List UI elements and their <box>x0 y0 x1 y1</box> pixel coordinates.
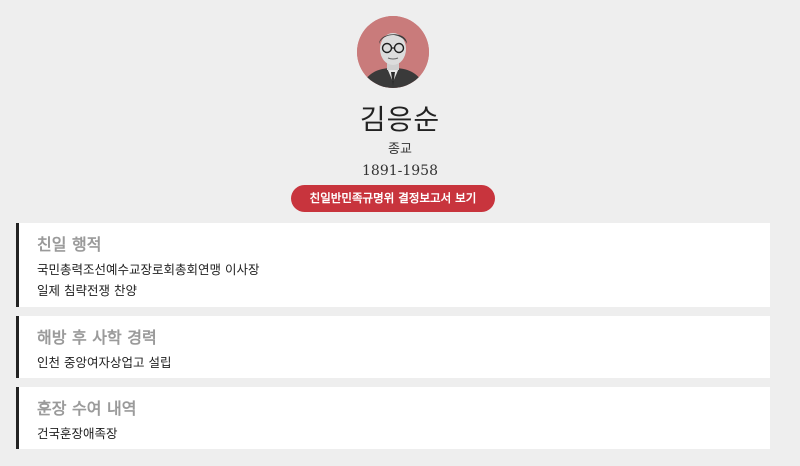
section-line: 인천 중앙여자상업고 설립 <box>37 355 172 370</box>
section-line: 건국훈장애족장 <box>37 426 118 441</box>
person-name: 김응순 <box>359 103 441 136</box>
section-card-collaboration: 친일 행적 국민총력조선예수교장로회총회연맹 이사장 일제 침략전쟁 찬양 <box>16 223 770 307</box>
person-years: 1891-1958 <box>362 163 438 179</box>
avatar <box>357 16 429 88</box>
section-card-career: 해방 후 사학 경력 인천 중앙여자상업고 설립 <box>16 316 770 378</box>
section-line: 국민총력조선예수교장로회총회연맹 이사장 <box>37 262 260 277</box>
view-report-button[interactable]: 친일반민족규명위 결정보고서 보기 <box>291 185 495 212</box>
portrait-photo <box>357 16 429 88</box>
section-title: 해방 후 사학 경력 <box>37 328 157 347</box>
section-title: 훈장 수여 내역 <box>37 399 137 418</box>
section-title: 친일 행적 <box>37 235 102 254</box>
section-line: 일제 침략전쟁 찬양 <box>37 283 137 298</box>
person-field: 종교 <box>388 142 412 157</box>
section-card-decorations: 훈장 수여 내역 건국훈장애족장 <box>16 387 770 449</box>
